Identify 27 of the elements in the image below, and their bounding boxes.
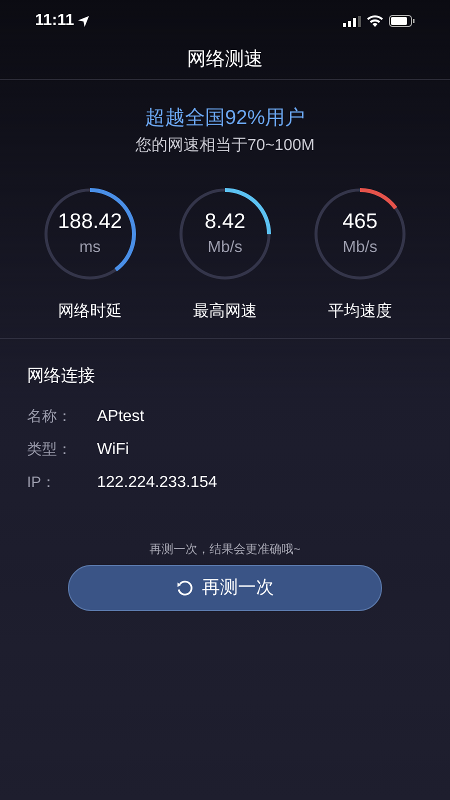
- gauge-label: 最高网速: [193, 302, 257, 322]
- speed-summary: 您的网速相当于70~100M: [135, 136, 315, 156]
- gauge-unit: Mb/s: [208, 238, 242, 258]
- retest-button[interactable]: 再测一次: [68, 564, 382, 610]
- gauge-unit: ms: [79, 238, 101, 258]
- status-time: 11:11: [35, 11, 74, 31]
- section-title: 网络连接: [27, 365, 96, 387]
- gauge-value: 188.42: [58, 209, 122, 235]
- info-label: IP：: [27, 472, 58, 493]
- battery-icon: [389, 15, 415, 27]
- gauge-label: 平均速度: [328, 302, 392, 322]
- signal-icon: [343, 16, 361, 26]
- info-value: 122.224.233.154: [97, 473, 218, 493]
- page-title: 网络测速: [187, 48, 263, 72]
- gauge-label: 网络时延: [58, 302, 122, 322]
- info-value: APtest: [97, 407, 144, 427]
- retest-hint: 再测一次，结果会更准确哦~: [149, 540, 300, 558]
- info-label: 类型：: [27, 440, 73, 460]
- location-arrow-icon: [78, 16, 90, 26]
- refresh-icon: [176, 578, 194, 596]
- gauge-value: 8.42: [204, 209, 246, 235]
- headline: 超越全国92%用户: [144, 106, 306, 131]
- gauge-value: 465: [342, 209, 378, 235]
- info-value: WiFi: [97, 440, 129, 460]
- info-label: 名称：: [27, 406, 73, 427]
- wifi-icon: [367, 15, 383, 27]
- gauge-unit: Mb/s: [342, 238, 378, 258]
